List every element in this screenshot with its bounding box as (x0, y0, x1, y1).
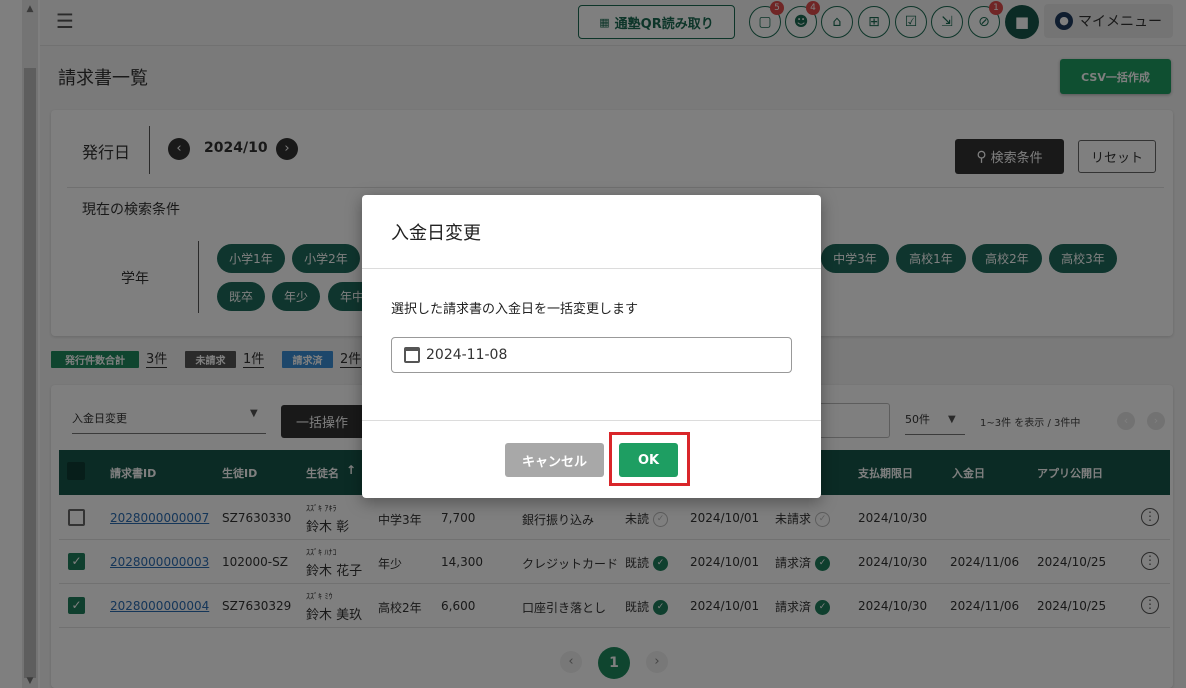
payment-date-value: 2024-11-08 (426, 347, 508, 363)
calendar-icon (404, 347, 420, 363)
cancel-button[interactable]: キャンセル (505, 443, 604, 477)
divider (362, 268, 821, 269)
payment-date-input[interactable]: 2024-11-08 (391, 337, 792, 373)
ok-button[interactable]: OK (619, 443, 678, 477)
dialog-title: 入金日変更 (391, 223, 481, 244)
dialog-message: 選択した請求書の入金日を一括変更します (391, 302, 639, 317)
divider (362, 420, 821, 421)
